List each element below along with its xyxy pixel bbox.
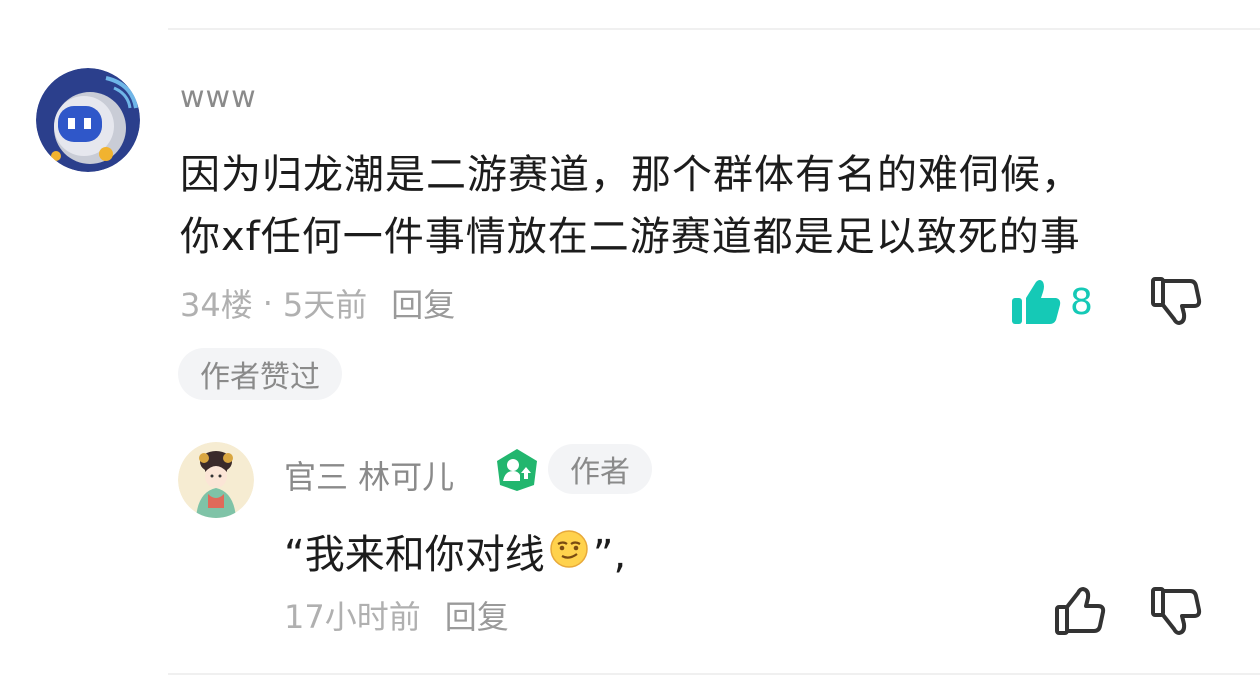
reply-text-after: ”,	[592, 532, 627, 578]
reply-username[interactable]: 官三 林可儿	[284, 452, 454, 498]
thumbs-down-icon	[1151, 587, 1202, 635]
comment-text: 因为归龙潮是二游赛道，那个群体有名的难伺候， 你xf任何一件事情放在二游赛道都是…	[180, 144, 1220, 268]
reply-dislike-button[interactable]	[1150, 586, 1202, 640]
like-count: 8	[1070, 281, 1093, 323]
like-button[interactable]: 8	[1010, 278, 1093, 326]
comment-username[interactable]: www	[180, 80, 257, 115]
reply-text-before: “我来和你对线	[284, 532, 545, 578]
top-divider	[168, 28, 1260, 30]
dislike-button[interactable]	[1150, 276, 1202, 330]
thumbs-up-filled-icon	[1012, 280, 1061, 324]
reply-user-avatar[interactable]	[178, 442, 254, 518]
comment-meta: 34楼 · 5天前 回复	[180, 280, 455, 326]
comment-time: 5天前	[282, 286, 368, 324]
meta-separator: ·	[262, 284, 273, 322]
reply-reply-button[interactable]: 回复	[445, 592, 509, 638]
verified-icon	[494, 447, 540, 497]
smirk-emoji-icon	[549, 529, 589, 579]
reply-meta: 17小时前 回复	[284, 592, 509, 638]
reply-time: 17小时前	[284, 598, 421, 636]
author-tag: 作者	[548, 444, 652, 494]
reply-text: “我来和你对线 ”,	[284, 522, 626, 585]
comment-text-line-2: 你xf任何一件事情放在二游赛道都是足以致死的事	[180, 214, 1081, 260]
reply-button[interactable]: 回复	[391, 280, 455, 326]
user-avatar[interactable]	[36, 68, 140, 172]
reply-like-button[interactable]	[1054, 586, 1106, 636]
thumbs-down-icon	[1151, 277, 1202, 325]
comment-text-line-1: 因为归龙潮是二游赛道，那个群体有名的难伺候，	[180, 152, 1082, 198]
bottom-divider	[168, 673, 1260, 675]
floor-number: 34楼	[180, 286, 253, 324]
thumbs-up-icon	[1055, 587, 1106, 635]
author-liked-badge: 作者赞过	[178, 348, 342, 400]
